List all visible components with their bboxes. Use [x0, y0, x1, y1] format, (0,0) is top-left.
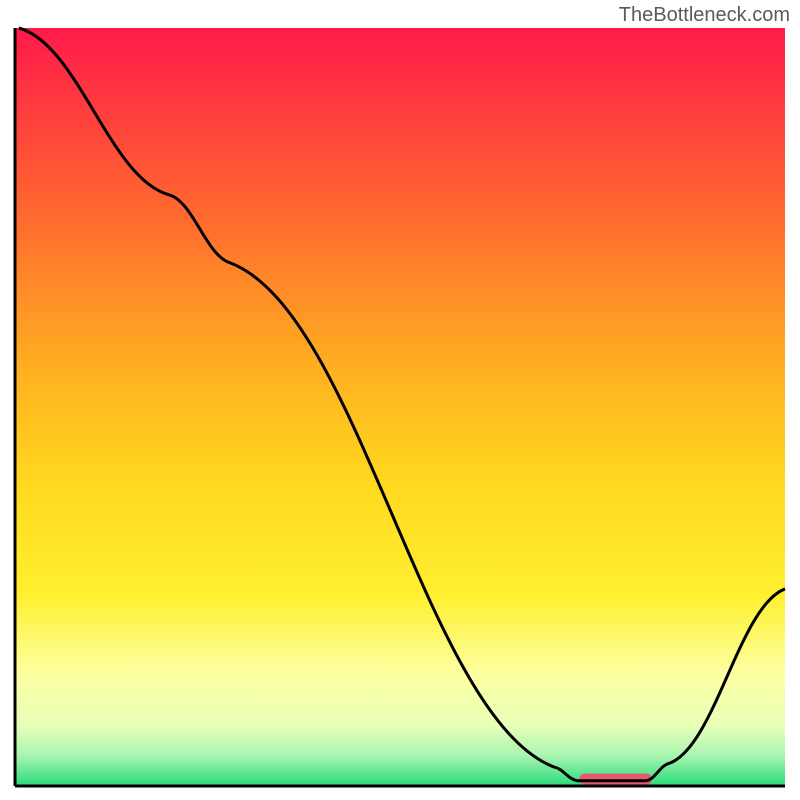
chart-container: TheBottleneck.com [0, 0, 800, 800]
plot-background [15, 28, 785, 786]
watermark-text: TheBottleneck.com [619, 4, 790, 27]
bottleneck-chart [0, 0, 800, 800]
